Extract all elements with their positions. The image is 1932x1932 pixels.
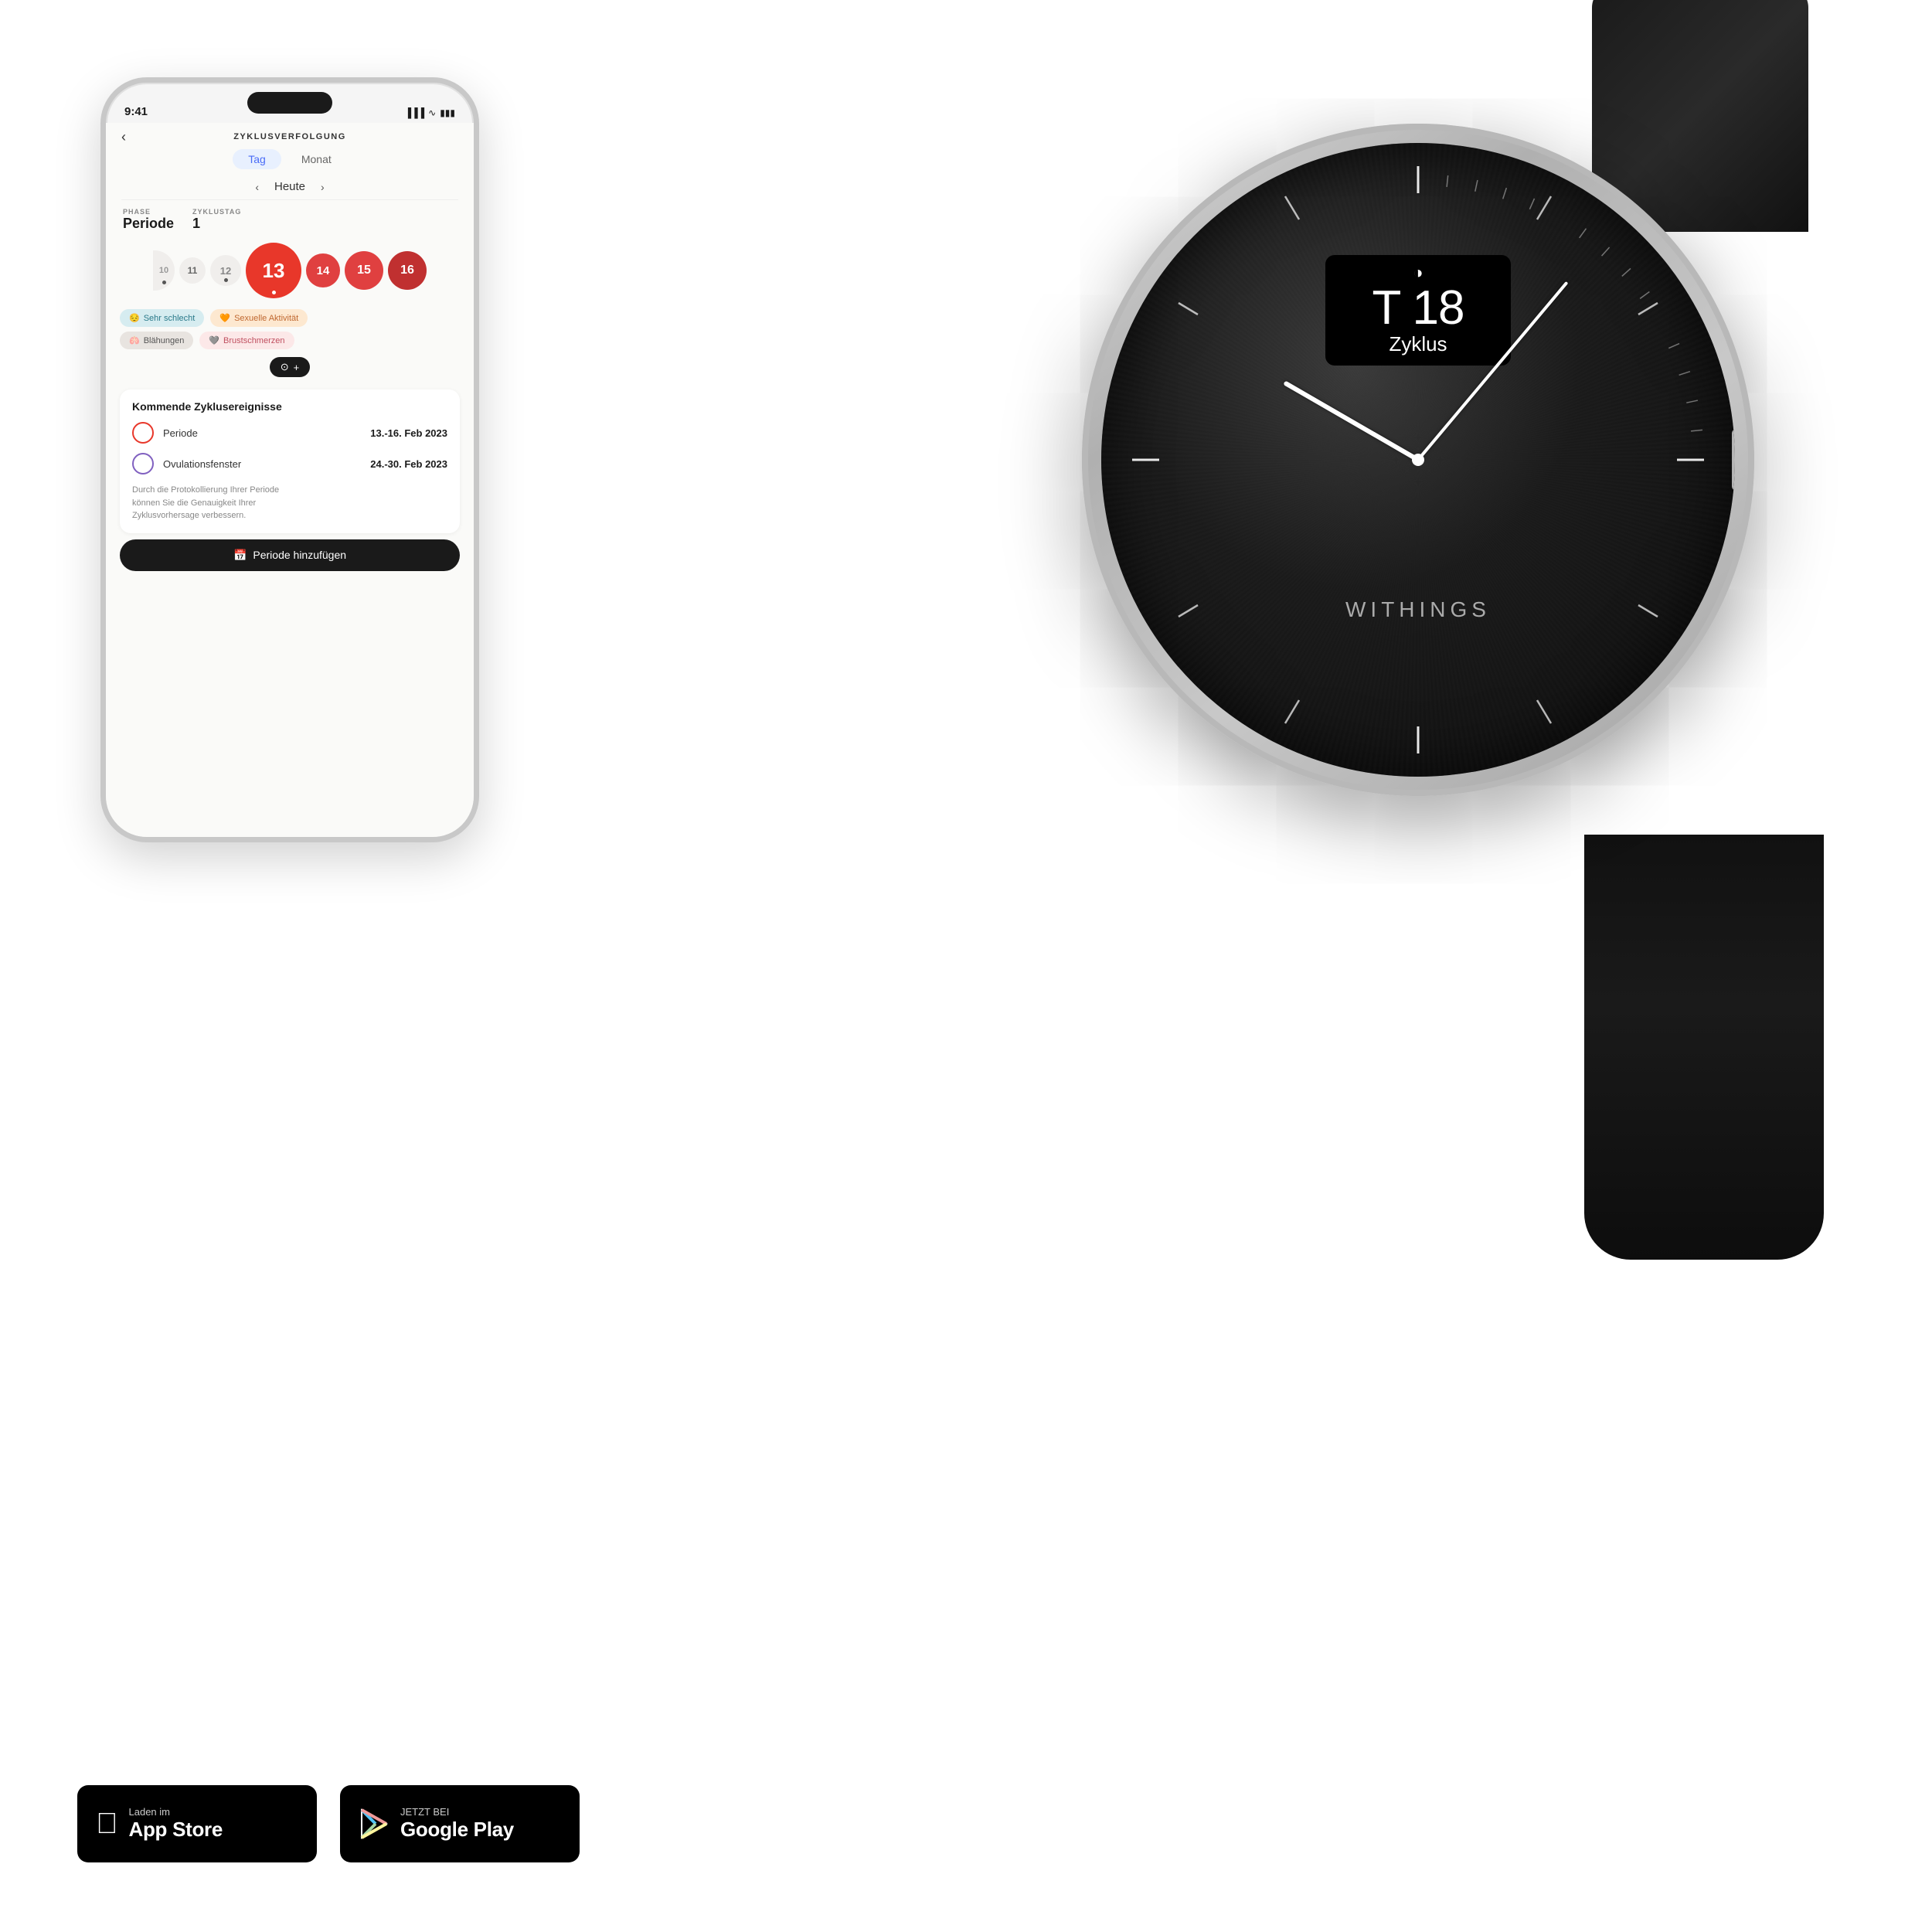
dynamic-island (247, 92, 332, 114)
watch-display: ◑ T 18 Zyklus (1325, 255, 1511, 366)
chips-row-1: 😔 Sehr schlecht 🧡 Sexuelle Aktivität (120, 309, 460, 327)
calendar-icon: 📅 (233, 549, 247, 562)
badges-row:  Laden im App Store JETZT BEI Google Pl… (77, 1785, 580, 1862)
phone-mockup: 9:41 ▐▐▐ ∿ ▮▮▮ ‹ Zyklusverfolgung Tag Mo… (100, 77, 479, 842)
apple-icon:  (96, 1808, 118, 1841)
chips-area: 😔 Sehr schlecht 🧡 Sexuelle Aktivität 🫁 B… (106, 306, 474, 352)
calendar-row: 10 11 12 13 14 15 (106, 236, 474, 306)
dot-13 (272, 291, 276, 294)
chip-label-4: Brustschmerzen (223, 336, 284, 345)
date-label: Heute (274, 180, 305, 193)
chip-blahungen[interactable]: 🫁 Blähungen (120, 332, 193, 349)
zyklustag-label: ZYKLUSTAG (192, 208, 241, 216)
drop-icon: 🩶 (209, 335, 219, 345)
date-prev[interactable]: ‹ (255, 181, 259, 193)
date-next[interactable]: › (321, 181, 325, 193)
googleplay-text: JETZT BEI Google Play (400, 1806, 514, 1842)
googleplay-main: Google Play (400, 1818, 514, 1842)
face-icon: 😔 (129, 313, 140, 323)
moon-icon: ◑ (1413, 263, 1423, 283)
events-title: Kommende Zyklusereignisse (132, 400, 447, 413)
event1-date: 13.-16. Feb 2023 (370, 427, 447, 439)
periode-circle (132, 422, 154, 444)
watch-crown (1732, 429, 1735, 491)
event2-name: Ovulationsfenster (163, 458, 361, 470)
watch-dial: ◑ T 18 Zyklus WITHINGS (1101, 143, 1735, 777)
add-periode-button[interactable]: 📅 Periode hinzufügen (120, 539, 460, 571)
zyklustag-info: ZYKLUSTAG 1 (192, 208, 241, 232)
dot-10 (162, 281, 166, 284)
event2-date: 24.-30. Feb 2023 (370, 458, 447, 470)
watch-band-bottom (1584, 835, 1824, 1260)
watch-cycle-label: Zyklus (1389, 332, 1447, 356)
day-15[interactable]: 15 (345, 251, 383, 290)
chip-label-1: Sehr schlecht (144, 314, 196, 323)
phase-info: PHASE Periode (123, 208, 174, 232)
signal-icon: ▐▐▐ (405, 107, 425, 118)
app-nav: ‹ Zyklusverfolgung (121, 132, 458, 141)
day-11[interactable]: 11 (179, 257, 206, 284)
chip-label-3: Blähungen (144, 336, 185, 345)
watch-center-dot (1412, 454, 1424, 466)
add-icon: + (294, 362, 300, 373)
status-icons: ▐▐▐ ∿ ▮▮▮ (405, 107, 455, 118)
date-navigation: ‹ Heute › (121, 175, 458, 200)
chip-label-2: Sexuelle Aktivität (234, 314, 298, 323)
heart-icon: 🧡 (219, 313, 230, 323)
day-13-selected[interactable]: 13 (246, 243, 301, 298)
back-button[interactable]: ‹ (121, 129, 126, 145)
body-icon: 🫁 (129, 335, 140, 345)
tab-tag[interactable]: Tag (233, 149, 281, 169)
wifi-icon: ∿ (428, 107, 436, 118)
app-title: Zyklusverfolgung (233, 132, 346, 141)
event-ovulation-row: Ovulationsfenster 24.-30. Feb 2023 (132, 453, 447, 474)
googleplay-icon (359, 1808, 389, 1839)
phase-label: PHASE (123, 208, 174, 216)
appstore-text: Laden im App Store (129, 1806, 223, 1842)
chip-sehr-schlecht[interactable]: 😔 Sehr schlecht (120, 309, 204, 327)
events-note: Durch die Protokollierung Ihrer Periodek… (132, 484, 447, 522)
add-btn-row: ⊙ + (106, 352, 474, 383)
appstore-main: App Store (129, 1818, 223, 1842)
phase-row: PHASE Periode ZYKLUSTAG 1 (106, 200, 474, 236)
toggle-add-button[interactable]: ⊙ + (270, 357, 311, 377)
status-time: 9:41 (124, 105, 148, 118)
day-16[interactable]: 16 (388, 251, 427, 290)
chips-row-2: 🫁 Blähungen 🩶 Brustschmerzen (120, 332, 460, 349)
withings-brand: WITHINGS (1101, 597, 1735, 622)
appstore-badge[interactable]:  Laden im App Store (77, 1785, 317, 1862)
ovulation-circle (132, 453, 154, 474)
app-header: ‹ Zyklusverfolgung Tag Monat (106, 123, 474, 169)
day-14[interactable]: 14 (306, 253, 340, 287)
phase-value: Periode (123, 216, 174, 232)
toggle-icon: ⊙ (281, 361, 289, 373)
event-periode-row: Periode 13.-16. Feb 2023 (132, 422, 447, 444)
appstore-sub: Laden im (129, 1806, 223, 1818)
watch-mockup: ◑ T 18 Zyklus WITHINGS (858, 0, 1932, 1260)
zyklustag-value: 1 (192, 216, 241, 232)
chip-brustschmerzen[interactable]: 🩶 Brustschmerzen (199, 332, 294, 349)
tab-monat[interactable]: Monat (286, 149, 347, 169)
chip-sexuelle[interactable]: 🧡 Sexuelle Aktivität (210, 309, 308, 327)
watch-case: ◑ T 18 Zyklus WITHINGS (1082, 124, 1754, 796)
tab-row: Tag Monat (121, 149, 458, 169)
event1-name: Periode (163, 427, 361, 439)
watch-temp: T 18 (1372, 284, 1464, 332)
dot-12 (224, 278, 228, 282)
events-section: Kommende Zyklusereignisse Periode 13.-16… (120, 389, 460, 533)
add-periode-label: Periode hinzufügen (253, 549, 346, 561)
day-12[interactable]: 12 (210, 255, 241, 286)
googleplay-badge[interactable]: JETZT BEI Google Play (340, 1785, 580, 1862)
day-10-partial: 10 (153, 250, 175, 291)
battery-icon: ▮▮▮ (440, 107, 455, 118)
phone-body: 9:41 ▐▐▐ ∿ ▮▮▮ ‹ Zyklusverfolgung Tag Mo… (100, 77, 479, 842)
googleplay-sub: JETZT BEI (400, 1806, 514, 1818)
phone-screen: ‹ Zyklusverfolgung Tag Monat ‹ Heute › P… (106, 123, 474, 837)
